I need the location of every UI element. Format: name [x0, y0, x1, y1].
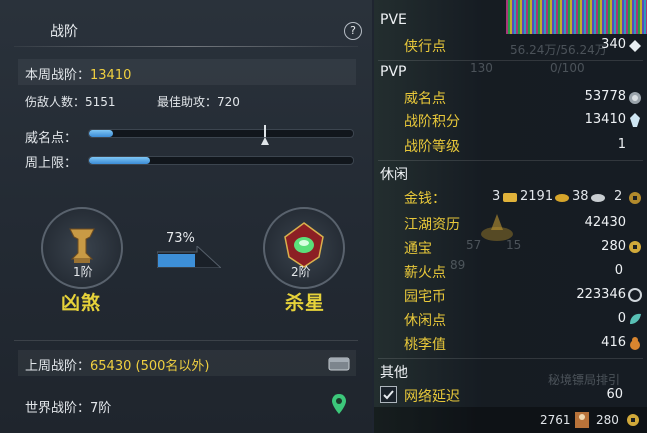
leisure-item-value: 280: [601, 239, 626, 254]
prestige-bar: [88, 129, 354, 138]
bg-text-2: 130: [470, 61, 493, 75]
crystal-icon: [630, 113, 640, 127]
weekly-rank: 本周战阶：13410: [25, 64, 131, 83]
leisure-item-label: 通宝: [404, 241, 432, 257]
leisure-item-label: 江湖资历: [404, 217, 460, 233]
weekly-rank-value: 13410: [90, 68, 132, 83]
pvp-item-value: 53778: [584, 89, 626, 104]
battle-rank-panel: 战阶 ? 本周战阶：13410 伤敌人数：5151 最佳助攻：720 威名点： …: [0, 0, 372, 433]
section-line: [378, 358, 643, 359]
header-divider: [14, 46, 358, 47]
current-rank-level: 1阶: [73, 265, 93, 279]
kills-stat: 伤敌人数：5151: [25, 93, 116, 110]
gourd-icon: [630, 337, 640, 350]
world-rank-label: 世界战阶：: [25, 401, 91, 416]
money-value-d: 2: [614, 189, 623, 204]
money-label: 金钱：: [404, 191, 446, 207]
section-line: [378, 60, 643, 61]
bottom-left-value: 2761: [540, 413, 571, 427]
leisure-item-value: 0: [614, 263, 623, 278]
bg-text-7: 秘境镖局排引: [548, 373, 621, 387]
leisure-heading: 休闲: [380, 167, 408, 183]
coin-icon: [629, 192, 641, 204]
latency-label: 网络延迟: [404, 389, 460, 405]
section-divider: [14, 340, 358, 341]
pve-item-label: 侠行点: [404, 39, 446, 55]
assist-value: 720: [217, 95, 240, 109]
leaf-icon: [630, 313, 641, 324]
kills-label: 伤敌人数：: [25, 95, 86, 109]
pve-heading: PVE: [380, 12, 407, 28]
prestige-bar-fill: [89, 130, 113, 137]
leisure-item-label: 薪火点: [404, 265, 446, 281]
weekly-rank-label: 本周战阶：: [25, 68, 91, 83]
progress-arrow-icon: [157, 246, 221, 268]
pvp-heading: PVP: [380, 64, 407, 80]
next-rank-name: 杀星: [285, 292, 326, 314]
bg-text-3: 0/100: [550, 61, 585, 75]
current-rank-name: 凶煞: [61, 292, 102, 314]
leisure-item-label: 休闲点: [404, 313, 446, 329]
pve-item-value: 340: [601, 37, 626, 52]
assist-stat: 最佳助攻：720: [157, 93, 240, 110]
bottom-right-value: 280: [596, 413, 619, 427]
prestige-cap-marker-icon: [260, 125, 269, 145]
last-week-value: 65430 (500名以外): [90, 359, 210, 374]
weekly-cap-label: 周上限：: [25, 156, 78, 171]
weekly-cap-bar: [88, 156, 354, 165]
prestige-label: 威名点：: [25, 131, 78, 146]
gem-icon: [629, 40, 641, 52]
pvp-item-label: 威名点: [404, 91, 446, 107]
lotus-icon: [481, 214, 513, 241]
medal-icon: [629, 92, 641, 104]
currency-panel: 56.24万/56.24万 130 0/100 57 15 89 秘境镖局排引 …: [374, 0, 647, 433]
coin-icon: [629, 241, 641, 253]
leisure-item-label: 桃李值: [404, 337, 446, 353]
coin-icon: [627, 414, 639, 426]
leisure-item-value: 0: [617, 311, 626, 326]
last-week-label: 上周战阶：: [25, 359, 91, 374]
last-week-rank: 上周战阶：65430 (500名以外): [25, 355, 209, 374]
gold-ingot-icon: [503, 193, 517, 202]
character-icon: [575, 412, 589, 428]
checkmark-icon: [383, 390, 394, 400]
pvp-item-label: 战阶等级: [404, 139, 460, 155]
rank-progress-percent: 73%: [166, 231, 195, 246]
leisure-item-value: 42430: [584, 215, 626, 230]
money-value-a: 3: [492, 189, 501, 204]
bg-text-1: 56.24万/56.24万: [510, 43, 607, 57]
world-rank-value: 7阶: [90, 401, 112, 416]
leisure-item-value: 416: [601, 335, 626, 350]
leisure-item-value: 223346: [576, 287, 626, 302]
latency-checkbox[interactable]: [380, 386, 397, 403]
other-heading: 其他: [380, 365, 408, 381]
leisure-item-label: 园宅币: [404, 289, 446, 305]
section-line: [378, 160, 643, 161]
bottom-bar: 2761 280: [374, 407, 647, 433]
world-rank: 世界战阶：7阶: [25, 397, 111, 416]
latency-value: 60: [606, 387, 623, 402]
pvp-item-value: 13410: [584, 112, 626, 127]
kills-value: 5151: [85, 95, 116, 109]
assist-label: 最佳助攻：: [157, 95, 218, 109]
map-pin-icon[interactable]: [332, 394, 346, 414]
panel-title: 战阶: [50, 24, 78, 40]
money-value-c: 38: [572, 189, 589, 204]
weekly-cap-bar-fill: [89, 157, 150, 164]
next-rank-level: 2阶: [291, 265, 311, 279]
silver-ingot-icon: [555, 194, 569, 202]
top-decoration: [506, 0, 647, 34]
bg-text-6: 89: [450, 258, 466, 272]
copper-ingot-icon: [591, 194, 605, 202]
pvp-item-label: 战阶积分: [404, 114, 460, 130]
chest-icon[interactable]: [328, 355, 350, 371]
house-coin-icon: [628, 288, 642, 302]
pvp-item-value: 1: [617, 137, 626, 152]
money-value-b: 2191: [520, 189, 554, 204]
help-button[interactable]: ?: [344, 22, 362, 40]
panel-header: 战阶: [0, 12, 372, 48]
